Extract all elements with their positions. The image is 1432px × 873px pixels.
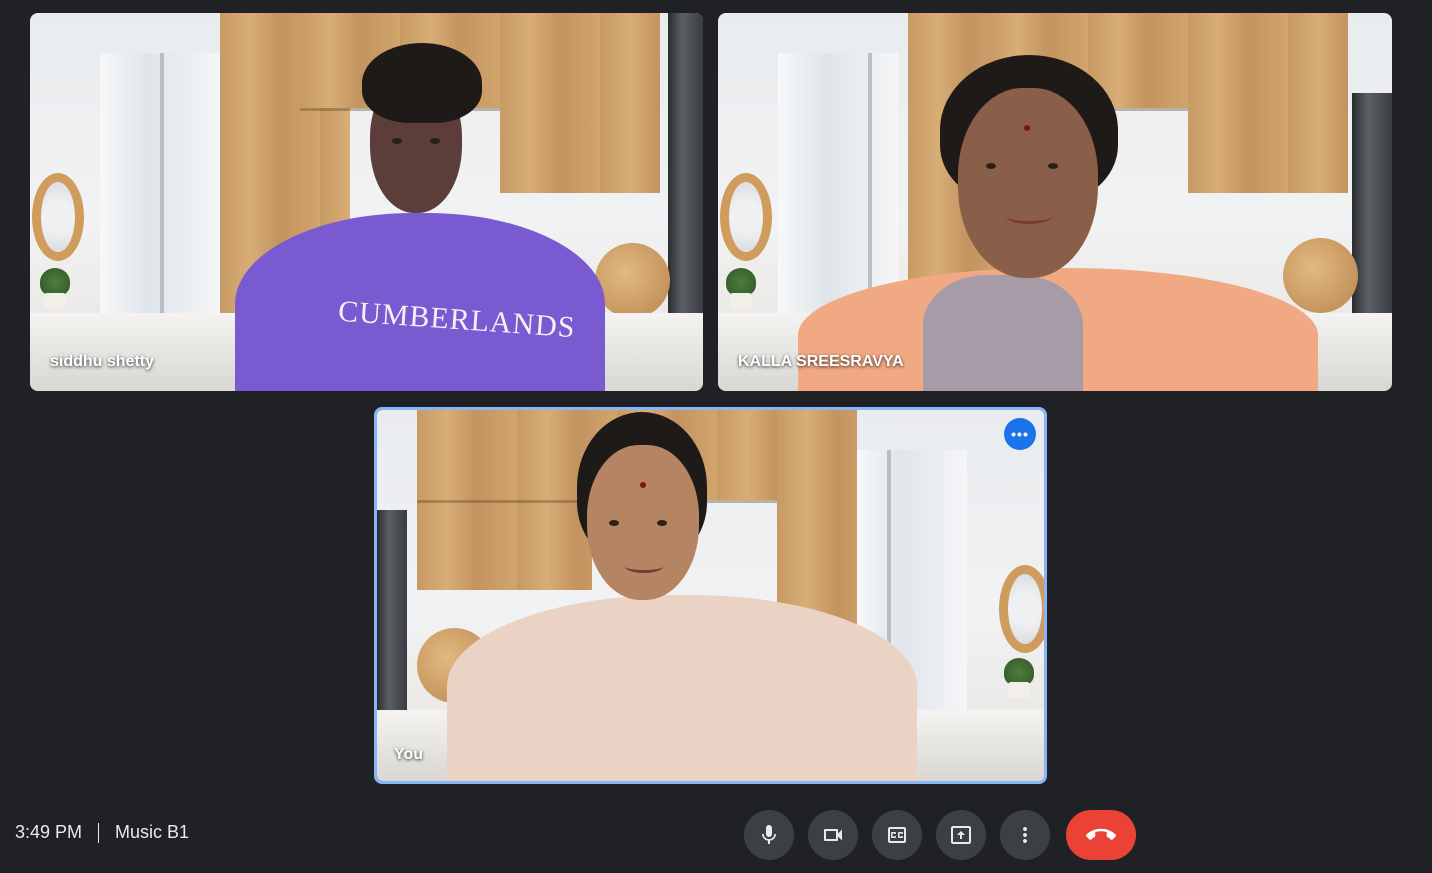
participant-tile-siddhu[interactable]: CUMBERLANDS siddhu shetty (30, 13, 703, 391)
self-view-tile[interactable]: You ••• (374, 407, 1047, 784)
mic-icon (762, 825, 776, 844)
more-options-button[interactable] (1000, 810, 1050, 860)
present-screen-icon (951, 826, 971, 844)
participant-name: You (394, 746, 424, 763)
end-call-button[interactable] (1066, 810, 1136, 860)
call-controls (744, 810, 1136, 860)
captions-button[interactable] (872, 810, 922, 860)
more-vert-icon (1023, 827, 1027, 843)
meeting-info-divider (98, 822, 100, 843)
videocam-icon (824, 829, 842, 841)
closed-captions-icon (888, 827, 906, 843)
camera-button[interactable] (808, 810, 858, 860)
meeting-info: 3:49 PM Music B1 (15, 822, 189, 843)
meet-stage: CUMBERLANDS siddhu shetty KALLA SREESRAV… (0, 0, 1432, 873)
present-button[interactable] (936, 810, 986, 860)
participant-name: siddhu shetty (50, 353, 155, 370)
call-end-icon (1086, 828, 1116, 840)
meeting-name: Music B1 (115, 822, 190, 842)
mic-button[interactable] (744, 810, 794, 860)
participant-name: KALLA SREESRAVYA (738, 353, 904, 370)
participant-tile-kalla[interactable]: KALLA SREESRAVYA (718, 13, 1392, 391)
meeting-time: 3:49 PM (15, 822, 83, 842)
more-horiz-icon[interactable]: ••• (1004, 418, 1036, 450)
